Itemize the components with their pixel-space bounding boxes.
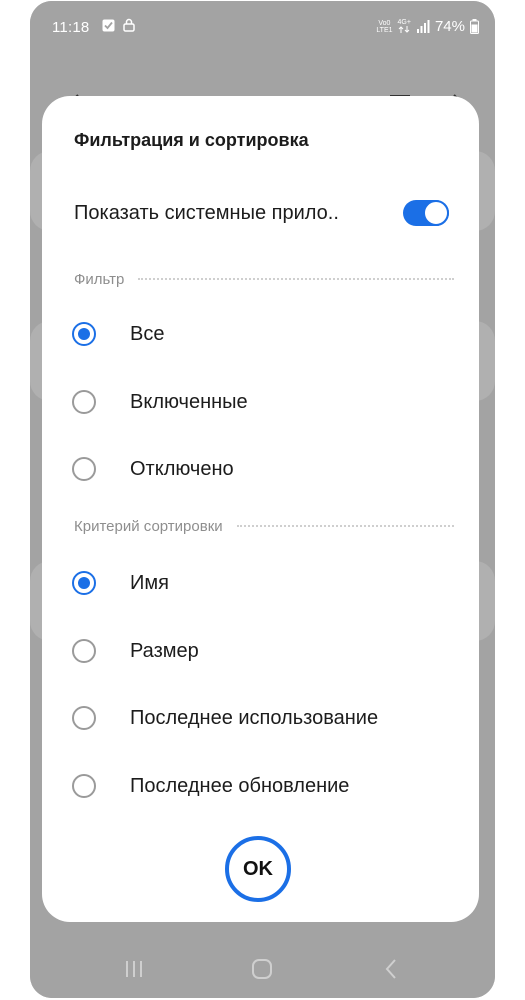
navigation-bar	[30, 940, 495, 998]
show-system-apps-row[interactable]: Показать системные прило..	[74, 192, 449, 234]
radio-button-checked[interactable]	[72, 322, 96, 346]
ok-button-label: OK	[243, 857, 273, 880]
back-button[interactable]	[371, 949, 411, 989]
network-top-label: Vo0	[378, 19, 391, 27]
filter-option-all[interactable]: Все	[72, 310, 452, 358]
ok-button[interactable]: OK	[225, 836, 291, 902]
network-type-label: 4G+	[397, 18, 411, 26]
data-arrows-icon	[398, 25, 410, 33]
back-icon	[385, 959, 396, 979]
radio-button[interactable]	[72, 706, 96, 730]
status-bar: 11:18 Vo0 LTE1 4G+ 74%	[30, 1, 495, 55]
battery-icon	[470, 19, 479, 34]
home-button[interactable]	[242, 949, 282, 989]
status-system-icons: Vo0 LTE1 4G+ 74%	[376, 18, 479, 35]
sort-option-last-used[interactable]: Последнее использование	[72, 694, 452, 742]
recent-apps-icon	[126, 961, 143, 977]
status-notification-icons	[102, 18, 135, 32]
sort-option-label: Последнее обновление	[130, 774, 350, 797]
filter-section-title: Фильтр	[74, 270, 125, 288]
sort-option-label: Имя	[130, 571, 169, 594]
radio-button[interactable]	[72, 390, 96, 414]
radio-button[interactable]	[72, 639, 96, 663]
switch-knob	[423, 200, 449, 226]
battery-percentage: 74%	[434, 18, 465, 35]
filter-option-label: Включенные	[130, 390, 248, 413]
show-system-apps-switch[interactable]	[403, 200, 449, 226]
signal-strength-icon	[416, 19, 430, 33]
home-icon	[252, 959, 273, 979]
filter-option-label: Отключено	[130, 457, 234, 480]
filter-sort-dialog: Фильтрация и сортировка Показать системн…	[42, 96, 479, 922]
filter-option-disabled[interactable]: Отключено	[72, 445, 452, 493]
filter-option-enabled[interactable]: Включенные	[72, 378, 452, 426]
radio-button[interactable]	[72, 457, 96, 481]
radio-button[interactable]	[72, 774, 96, 798]
network-bottom-label: LTE1	[376, 26, 393, 34]
network-type-indicator: 4G+	[398, 19, 411, 35]
check-box-icon	[102, 19, 115, 31]
lock-icon	[123, 18, 135, 32]
sort-option-last-updated[interactable]: Последнее обновление	[72, 762, 452, 810]
show-system-apps-label: Показать системные прило..	[74, 201, 339, 224]
sort-section-header: Критерий сортировки	[74, 514, 454, 538]
filter-section-header: Фильтр	[74, 267, 454, 291]
sort-option-size[interactable]: Размер	[72, 627, 452, 675]
network-volte-indicator: Vo0 LTE1	[376, 20, 392, 34]
section-divider	[138, 278, 454, 280]
recent-apps-button[interactable]	[114, 949, 154, 989]
status-time: 11:18	[52, 19, 90, 36]
radio-button-checked[interactable]	[72, 571, 96, 595]
filter-option-label: Все	[130, 322, 165, 345]
section-divider	[236, 525, 454, 527]
sort-section-title: Критерий сортировки	[74, 517, 223, 535]
sort-option-label: Размер	[130, 639, 199, 662]
sort-option-label: Последнее использование	[130, 706, 379, 729]
sort-option-name[interactable]: Имя	[72, 559, 452, 607]
dialog-title: Фильтрация и сортировка	[74, 130, 309, 150]
